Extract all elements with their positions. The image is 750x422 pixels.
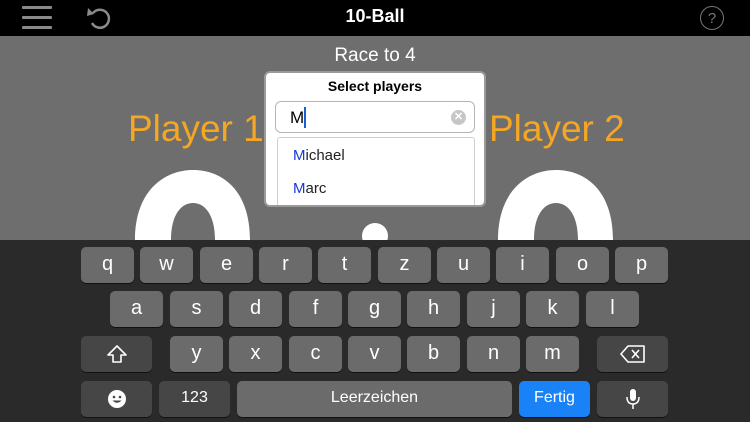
suggestion-list: Michael Marc bbox=[277, 137, 475, 205]
key-f[interactable]: f bbox=[289, 291, 342, 327]
key-a[interactable]: a bbox=[110, 291, 163, 327]
select-players-dialog: Select players M ✕ Michael Marc bbox=[264, 71, 486, 207]
player1-score-digit bbox=[135, 170, 250, 240]
score-separator-dot bbox=[362, 223, 388, 240]
key-z[interactable]: z bbox=[378, 247, 431, 283]
key-r[interactable]: r bbox=[259, 247, 312, 283]
page-title: 10-Ball bbox=[345, 6, 405, 26]
clear-icon[interactable]: ✕ bbox=[451, 110, 466, 125]
key-h[interactable]: h bbox=[407, 291, 460, 327]
key-v[interactable]: v bbox=[348, 336, 401, 372]
shift-icon bbox=[106, 345, 127, 363]
microphone-icon bbox=[625, 389, 640, 409]
key-n[interactable]: n bbox=[467, 336, 520, 372]
key-q[interactable]: q bbox=[81, 247, 134, 283]
player1-name[interactable]: Player 1 bbox=[128, 108, 264, 150]
suggestion-item[interactable]: Marc bbox=[293, 180, 326, 197]
key-d[interactable]: d bbox=[229, 291, 282, 327]
numbers-key[interactable]: 123 bbox=[159, 381, 230, 417]
key-t[interactable]: t bbox=[318, 247, 371, 283]
backspace-key[interactable] bbox=[597, 336, 668, 372]
key-l[interactable]: l bbox=[586, 291, 639, 327]
shift-key[interactable] bbox=[81, 336, 152, 372]
help-icon[interactable]: ? bbox=[700, 6, 724, 30]
space-key[interactable]: Leerzeichen bbox=[237, 381, 512, 417]
key-k[interactable]: k bbox=[526, 291, 579, 327]
race-label: Race to 4 bbox=[334, 45, 416, 66]
text-caret bbox=[304, 107, 306, 128]
key-x[interactable]: x bbox=[229, 336, 282, 372]
key-i[interactable]: i bbox=[496, 247, 549, 283]
keyboard: q w e r t z u i o p a s d f g h j k l y … bbox=[0, 240, 750, 422]
done-key[interactable]: Fertig bbox=[519, 381, 590, 417]
key-o[interactable]: o bbox=[556, 247, 609, 283]
key-g[interactable]: g bbox=[348, 291, 401, 327]
microphone-key[interactable] bbox=[597, 381, 668, 417]
key-w[interactable]: w bbox=[140, 247, 193, 283]
player-search-input[interactable]: M ✕ bbox=[275, 101, 475, 133]
search-input-value: M bbox=[290, 108, 305, 127]
key-c[interactable]: c bbox=[289, 336, 342, 372]
backspace-icon bbox=[619, 345, 645, 363]
emoji-icon bbox=[107, 390, 126, 408]
key-y[interactable]: y bbox=[170, 336, 223, 372]
key-e[interactable]: e bbox=[200, 247, 253, 283]
dialog-title: Select players bbox=[327, 78, 423, 94]
emoji-key[interactable] bbox=[81, 381, 152, 417]
key-b[interactable]: b bbox=[407, 336, 460, 372]
player2-score-digit bbox=[498, 170, 613, 240]
key-s[interactable]: s bbox=[170, 291, 223, 327]
top-bar: 10-Ball ? bbox=[0, 0, 750, 36]
key-p[interactable]: p bbox=[615, 247, 668, 283]
key-u[interactable]: u bbox=[437, 247, 490, 283]
player2-name[interactable]: Player 2 bbox=[489, 108, 625, 150]
key-j[interactable]: j bbox=[467, 291, 520, 327]
suggestion-item[interactable]: Michael bbox=[293, 147, 345, 164]
key-m[interactable]: m bbox=[526, 336, 579, 372]
